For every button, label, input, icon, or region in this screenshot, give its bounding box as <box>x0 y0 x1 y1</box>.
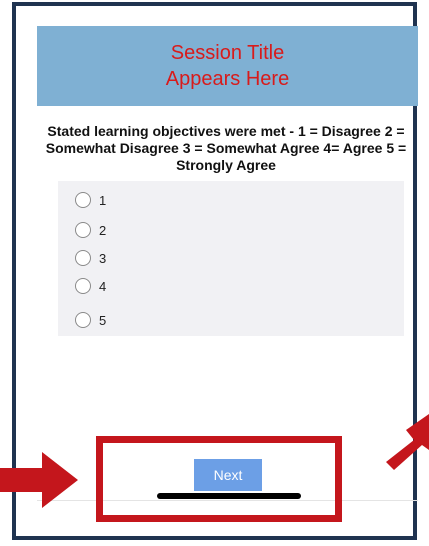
session-header: Session Title Appears Here <box>37 26 418 106</box>
radio-button-3[interactable] <box>75 250 91 266</box>
rating-options-group: 1 2 3 4 5 <box>58 181 404 336</box>
right-arrow-icon <box>386 414 429 470</box>
highlight-box <box>96 436 342 522</box>
radio-button-5[interactable] <box>75 312 91 328</box>
option-3[interactable]: 3 <box>75 248 106 268</box>
radio-button-4[interactable] <box>75 278 91 294</box>
radio-button-2[interactable] <box>75 222 91 238</box>
option-label-5: 5 <box>99 312 107 328</box>
option-label-4: 4 <box>99 278 107 294</box>
option-label-1: 1 <box>99 192 107 208</box>
left-arrow-icon <box>0 452 78 508</box>
option-5[interactable]: 5 <box>75 310 106 330</box>
question-text: Stated learning objectives were met - 1 … <box>45 123 407 173</box>
session-title-line-1: Session Title <box>170 42 285 64</box>
session-title-line-2: Appears Here <box>165 68 290 90</box>
option-label-3: 3 <box>99 250 107 266</box>
option-4[interactable]: 4 <box>75 276 106 296</box>
radio-button-1[interactable] <box>75 192 91 208</box>
option-1[interactable]: 1 <box>75 190 106 210</box>
option-2[interactable]: 2 <box>75 220 106 240</box>
option-label-2: 2 <box>99 222 107 238</box>
